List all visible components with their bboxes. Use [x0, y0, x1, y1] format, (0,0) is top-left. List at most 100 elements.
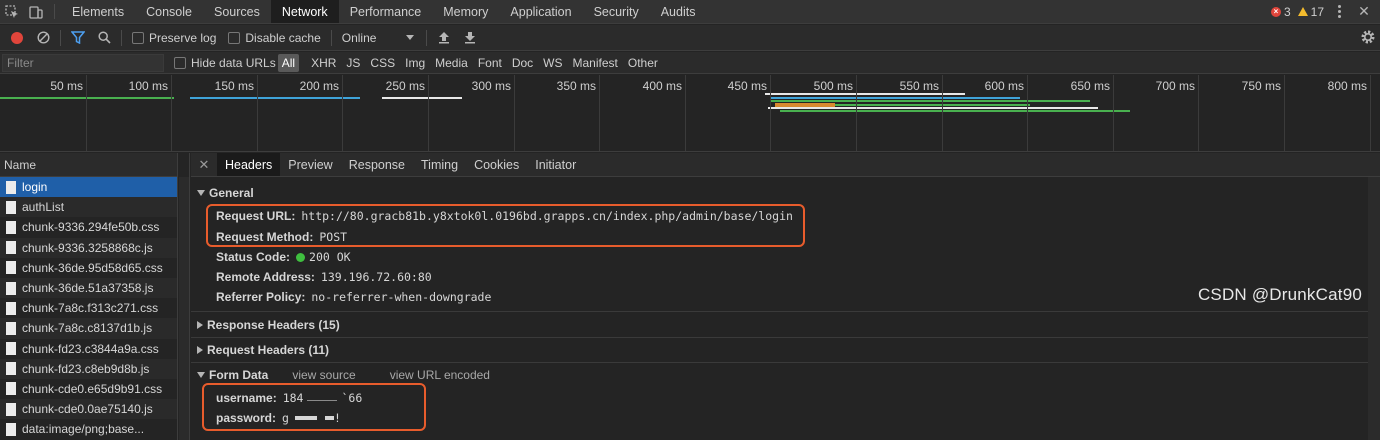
request-row[interactable]: chunk-9336.3258868c.js	[0, 237, 177, 258]
chevron-down-icon	[406, 35, 415, 40]
resource-type-filters: All XHR JS CSS Img Media Font Doc WS Manifest Othe…	[277, 53, 664, 72]
type-filter-img[interactable]: Img	[401, 54, 429, 72]
detail-tab-response[interactable]: Response	[341, 153, 413, 176]
record-button[interactable]	[4, 25, 30, 51]
request-row[interactable]: chunk-7a8c.c8137d1b.js	[0, 318, 177, 339]
timeline-gridline	[1027, 75, 1028, 151]
tab-application[interactable]: Application	[499, 0, 582, 23]
status-code-row: Status Code: 200 OK	[216, 250, 351, 264]
error-count-badge[interactable]: × 3 17	[1270, 5, 1324, 19]
request-row[interactable]: data:image/png;base...	[0, 419, 177, 439]
checkbox-box[interactable]	[132, 31, 144, 44]
inspect-element-icon[interactable]	[0, 0, 24, 24]
request-row[interactable]: login	[0, 177, 177, 198]
disable-cache-label: Disable cache	[245, 30, 321, 45]
type-filter-manifest[interactable]: Manifest	[569, 54, 622, 72]
timeline-gridline	[1284, 75, 1285, 151]
type-filter-doc[interactable]: Doc	[508, 54, 537, 72]
file-icon	[6, 241, 16, 255]
filter-bar: Hide data URLs All XHRJSCSSImgMediaFontDo…	[0, 52, 1380, 74]
network-overview-timeline[interactable]: 50 ms 100 ms 150 ms 200 ms 250 ms 300 ms 350 m…	[0, 75, 1380, 152]
type-filter-xhr[interactable]: XHR	[307, 54, 340, 72]
export-har-button[interactable]	[457, 25, 483, 51]
checkbox-box[interactable]	[228, 31, 241, 44]
tab-performance[interactable]: Performance	[339, 0, 433, 23]
type-filter-all[interactable]: All	[277, 53, 300, 72]
detail-tab-timing[interactable]: Timing	[413, 153, 466, 176]
record-icon	[11, 31, 23, 44]
form-data-section-header[interactable]: Form Data view source view URL encoded	[197, 368, 490, 382]
request-row[interactable]: chunk-36de.95d58d65.css	[0, 258, 177, 278]
device-toolbar-icon[interactable]	[24, 0, 48, 24]
timeline-tick-label: 750 ms	[1241, 79, 1281, 93]
request-row[interactable]: chunk-fd23.c3844a9a.css	[0, 339, 177, 359]
request-row[interactable]: chunk-9336.294fe50b.css	[0, 217, 177, 237]
status-ok-icon	[296, 253, 306, 262]
request-row[interactable]: chunk-cde0.0ae75140.js	[0, 399, 177, 420]
disable-cache-checkbox[interactable]: Disable cache	[228, 30, 321, 45]
request-name: chunk-9336.294fe50b.css	[22, 220, 160, 235]
search-button[interactable]	[91, 25, 117, 51]
details-scrollbar[interactable]	[1368, 177, 1380, 440]
more-options-icon[interactable]	[1328, 5, 1350, 18]
request-row[interactable]: chunk-fd23.c8eb9d8b.js	[0, 358, 177, 379]
close-icon[interactable]: ✕	[1354, 3, 1374, 20]
request-row[interactable]: chunk-36de.51a37358.js	[0, 277, 177, 299]
timeline-tick-label: 600 ms	[984, 79, 1024, 93]
general-section-header[interactable]: General	[197, 186, 254, 200]
network-settings-button[interactable]	[1360, 29, 1376, 48]
preserve-log-label: Preserve log	[149, 30, 217, 45]
request-name: chunk-fd23.c3844a9a.css	[22, 341, 159, 356]
type-filter-js[interactable]: JS	[342, 54, 364, 72]
tab-sources[interactable]: Sources	[203, 0, 271, 23]
tab-security[interactable]: Security	[583, 0, 650, 23]
timeline-tick-label: 200 ms	[299, 79, 339, 93]
timeline-tick-label: 550 ms	[899, 79, 939, 93]
request-row[interactable]: chunk-cde0.e65d9b91.css	[0, 379, 177, 399]
request-row[interactable]: authList	[0, 197, 177, 218]
tab-network[interactable]: Network	[270, 0, 339, 23]
detail-tab-preview[interactable]: Preview	[280, 153, 340, 176]
detail-tab-initiator[interactable]: Initiator	[527, 153, 584, 176]
hide-data-urls-checkbox[interactable]: Hide data URLs	[174, 56, 276, 70]
tab-console[interactable]: Console	[135, 0, 203, 23]
search-icon	[97, 31, 111, 44]
tab-elements[interactable]: Elements	[61, 0, 135, 23]
file-icon	[6, 382, 16, 396]
request-list-scrollbar[interactable]	[179, 177, 189, 440]
toolbar-divider	[121, 29, 122, 46]
filter-input[interactable]	[2, 53, 164, 72]
clear-button[interactable]	[30, 25, 56, 51]
request-row[interactable]: chunk-7a8c.f313c271.css	[0, 298, 177, 318]
overview-request-bar	[382, 97, 462, 99]
detail-tab-headers[interactable]: Headers	[217, 153, 281, 176]
tab-memory[interactable]: Memory	[432, 0, 499, 23]
timeline-gridline	[1370, 75, 1371, 151]
request-name: chunk-36de.51a37358.js	[22, 281, 154, 296]
preserve-log-checkbox[interactable]: Preserve log	[132, 31, 216, 45]
type-filter-font[interactable]: Font	[474, 54, 506, 72]
type-filter-ws[interactable]: WS	[539, 54, 566, 72]
response-headers-section-header[interactable]: Response Headers (15)	[197, 318, 340, 332]
close-details-icon[interactable]: ✕	[191, 153, 217, 176]
timeline-gridline	[514, 75, 515, 151]
request-headers-section-header[interactable]: Request Headers (11)	[197, 343, 329, 357]
type-filter-media[interactable]: Media	[431, 54, 472, 72]
tab-audits[interactable]: Audits	[650, 0, 707, 23]
filter-toggle-button[interactable]	[65, 25, 91, 51]
view-source-link[interactable]: view source	[292, 368, 355, 382]
collapse-triangle-icon	[197, 346, 203, 354]
name-column-header[interactable]: Name	[0, 153, 178, 177]
detail-tab-cookies[interactable]: Cookies	[466, 153, 527, 176]
overview-request-bar	[835, 104, 1030, 106]
type-filter-css[interactable]: CSS	[366, 54, 399, 72]
toolbar-divider	[60, 29, 61, 46]
status-code-label: Status Code:	[216, 250, 291, 264]
response-headers-title: Response Headers (15)	[207, 318, 340, 332]
toolbar-divider	[330, 29, 332, 46]
view-url-encoded-link[interactable]: view URL encoded	[390, 368, 490, 382]
checkbox-box[interactable]	[174, 56, 186, 69]
import-har-button[interactable]	[431, 25, 457, 51]
type-filter-other[interactable]: Other	[624, 54, 662, 72]
throttling-select[interactable]: Online	[342, 31, 415, 45]
